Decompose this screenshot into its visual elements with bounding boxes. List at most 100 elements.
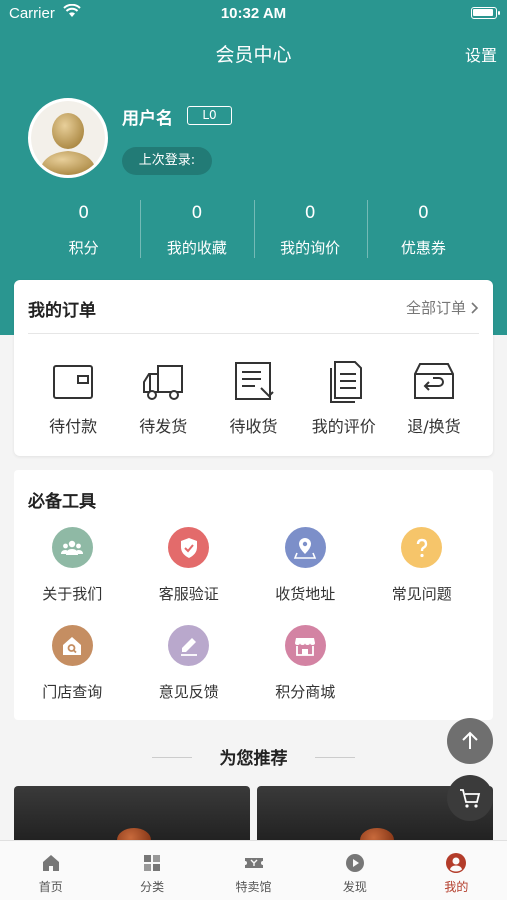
cart-button[interactable] — [447, 775, 493, 821]
group-icon — [61, 540, 84, 555]
last-login-label: 上次登录: — [122, 147, 212, 175]
stats-row: 0 积分 0 我的收藏 0 我的询价 0 优惠券 — [27, 198, 480, 262]
recommend-title: 为您推荐 — [219, 749, 288, 769]
tab-label: 特卖馆 — [235, 880, 272, 894]
tool-label: 收货地址 — [275, 585, 336, 603]
stat-value: 0 — [78, 203, 90, 223]
clock: 10:32 AM — [220, 5, 287, 22]
settings-button[interactable]: 设置 — [465, 42, 497, 66]
back-to-top-button[interactable] — [447, 718, 493, 764]
battery-icon — [471, 7, 500, 19]
cart-icon — [460, 789, 481, 808]
stat-label: 我的收藏 — [166, 239, 227, 257]
all-orders-link[interactable]: 全部订单 — [406, 297, 479, 318]
tool-icon-bg — [51, 527, 93, 568]
stat-inquiries[interactable]: 0 我的询价 — [253, 198, 367, 262]
pencil-icon — [180, 637, 197, 656]
question-icon — [416, 538, 427, 557]
tool-feedback[interactable]: 意见反馈 — [131, 623, 248, 721]
tool-points-mall[interactable]: 积分商城 — [247, 623, 364, 721]
category-icon — [144, 855, 161, 871]
stat-label: 优惠券 — [400, 239, 446, 257]
stat-label: 我的询价 — [280, 239, 341, 257]
store-search-icon — [63, 636, 82, 655]
arrow-up-icon — [462, 731, 478, 749]
wallet-icon — [53, 365, 94, 399]
order-label: 待付款 — [49, 417, 98, 436]
order-label: 待收货 — [229, 417, 278, 436]
all-orders-label: 全部订单 — [405, 299, 466, 317]
home-icon — [42, 855, 59, 871]
avatar[interactable] — [28, 98, 108, 178]
tool-icon-bg — [284, 527, 326, 568]
tool-icon-bg — [51, 625, 93, 666]
tab-sale[interactable]: 特卖馆 — [203, 841, 304, 900]
stat-favorites[interactable]: 0 我的收藏 — [140, 198, 253, 262]
tool-shipping-address[interactable]: 收货地址 — [247, 525, 364, 623]
tool-label: 常见问题 — [391, 585, 452, 603]
tool-icon-bg — [401, 527, 443, 568]
tab-label: 发现 — [342, 880, 367, 894]
order-status-row: 待付款 待发货 待收货 我的评价 退/换货 — [28, 360, 479, 437]
order-label: 退/换货 — [407, 417, 461, 436]
tool-icon-bg — [168, 527, 210, 568]
tab-home[interactable]: 首页 — [0, 841, 101, 900]
tool-label: 积分商城 — [275, 683, 336, 701]
stat-points[interactable]: 0 积分 — [27, 198, 140, 262]
tab-label: 分类 — [140, 880, 165, 894]
tool-icon-bg — [284, 625, 326, 666]
stat-value: 0 — [417, 203, 429, 223]
tab-category[interactable]: 分类 — [101, 841, 202, 900]
tool-icon-bg — [168, 625, 210, 666]
stat-value: 0 — [304, 203, 316, 223]
username: 用户名 — [122, 109, 173, 129]
chevron-right-icon — [471, 301, 479, 314]
tools-card: 必备工具 关于我们 客服验证 收货地址 常见问题 门店查询 意见反馈 积分商城 — [14, 470, 493, 720]
order-label: 我的评价 — [311, 417, 376, 436]
order-my-reviews[interactable]: 我的评价 — [299, 360, 389, 437]
stat-coupons[interactable]: 0 优惠券 — [366, 198, 480, 262]
level-badge: L0 — [187, 106, 232, 125]
page-title: 会员中心 — [215, 44, 292, 66]
tab-discover[interactable]: 发现 — [304, 841, 405, 900]
tools-grid: 关于我们 客服验证 收货地址 常见问题 门店查询 意见反馈 积分商城 — [14, 525, 493, 721]
play-icon — [345, 854, 364, 872]
tool-about-us[interactable]: 关于我们 — [14, 525, 131, 623]
location-pin-icon — [294, 537, 317, 559]
orders-title: 我的订单 — [28, 301, 96, 321]
tool-faq[interactable]: 常见问题 — [364, 525, 481, 623]
return-box-icon — [413, 363, 454, 399]
product-card[interactable] — [14, 786, 250, 846]
tool-label: 门店查询 — [42, 683, 103, 701]
tools-title: 必备工具 — [28, 492, 96, 512]
order-label: 待发货 — [139, 417, 188, 436]
stat-label: 积分 — [68, 239, 99, 257]
order-pending-shipment[interactable]: 待发货 — [118, 360, 208, 437]
document-icon — [329, 361, 362, 403]
user-icon — [446, 853, 467, 873]
tool-store-search[interactable]: 门店查询 — [14, 623, 131, 721]
tab-bar: 首页 分类 特卖馆 发现 我的 — [0, 840, 507, 900]
user-avatar-icon — [31, 101, 105, 175]
divider — [28, 333, 479, 334]
tool-label: 客服验证 — [158, 585, 219, 603]
status-bar: Carrier 10:32 AM — [0, 0, 507, 28]
order-pending-receipt[interactable]: 待收货 — [208, 360, 298, 437]
receipt-icon — [234, 362, 274, 400]
orders-card: 我的订单 全部订单 待付款 待发货 待收货 我的评价 退/换货 — [14, 280, 493, 456]
ticket-icon — [244, 858, 263, 868]
tab-label: 我的 — [444, 880, 469, 894]
shield-check-icon — [180, 537, 197, 558]
recommend-header: 为您推荐 — [0, 744, 507, 770]
tool-label: 关于我们 — [42, 585, 103, 603]
truck-icon — [143, 365, 184, 400]
tab-label: 首页 — [38, 880, 63, 894]
divider — [315, 757, 355, 758]
shop-icon — [295, 637, 316, 656]
tool-service-verify[interactable]: 客服验证 — [131, 525, 248, 623]
tab-me[interactable]: 我的 — [406, 841, 507, 900]
stat-value: 0 — [191, 203, 203, 223]
order-returns[interactable]: 退/换货 — [389, 360, 479, 437]
tool-label: 意见反馈 — [158, 683, 219, 701]
order-pending-payment[interactable]: 待付款 — [28, 360, 118, 437]
